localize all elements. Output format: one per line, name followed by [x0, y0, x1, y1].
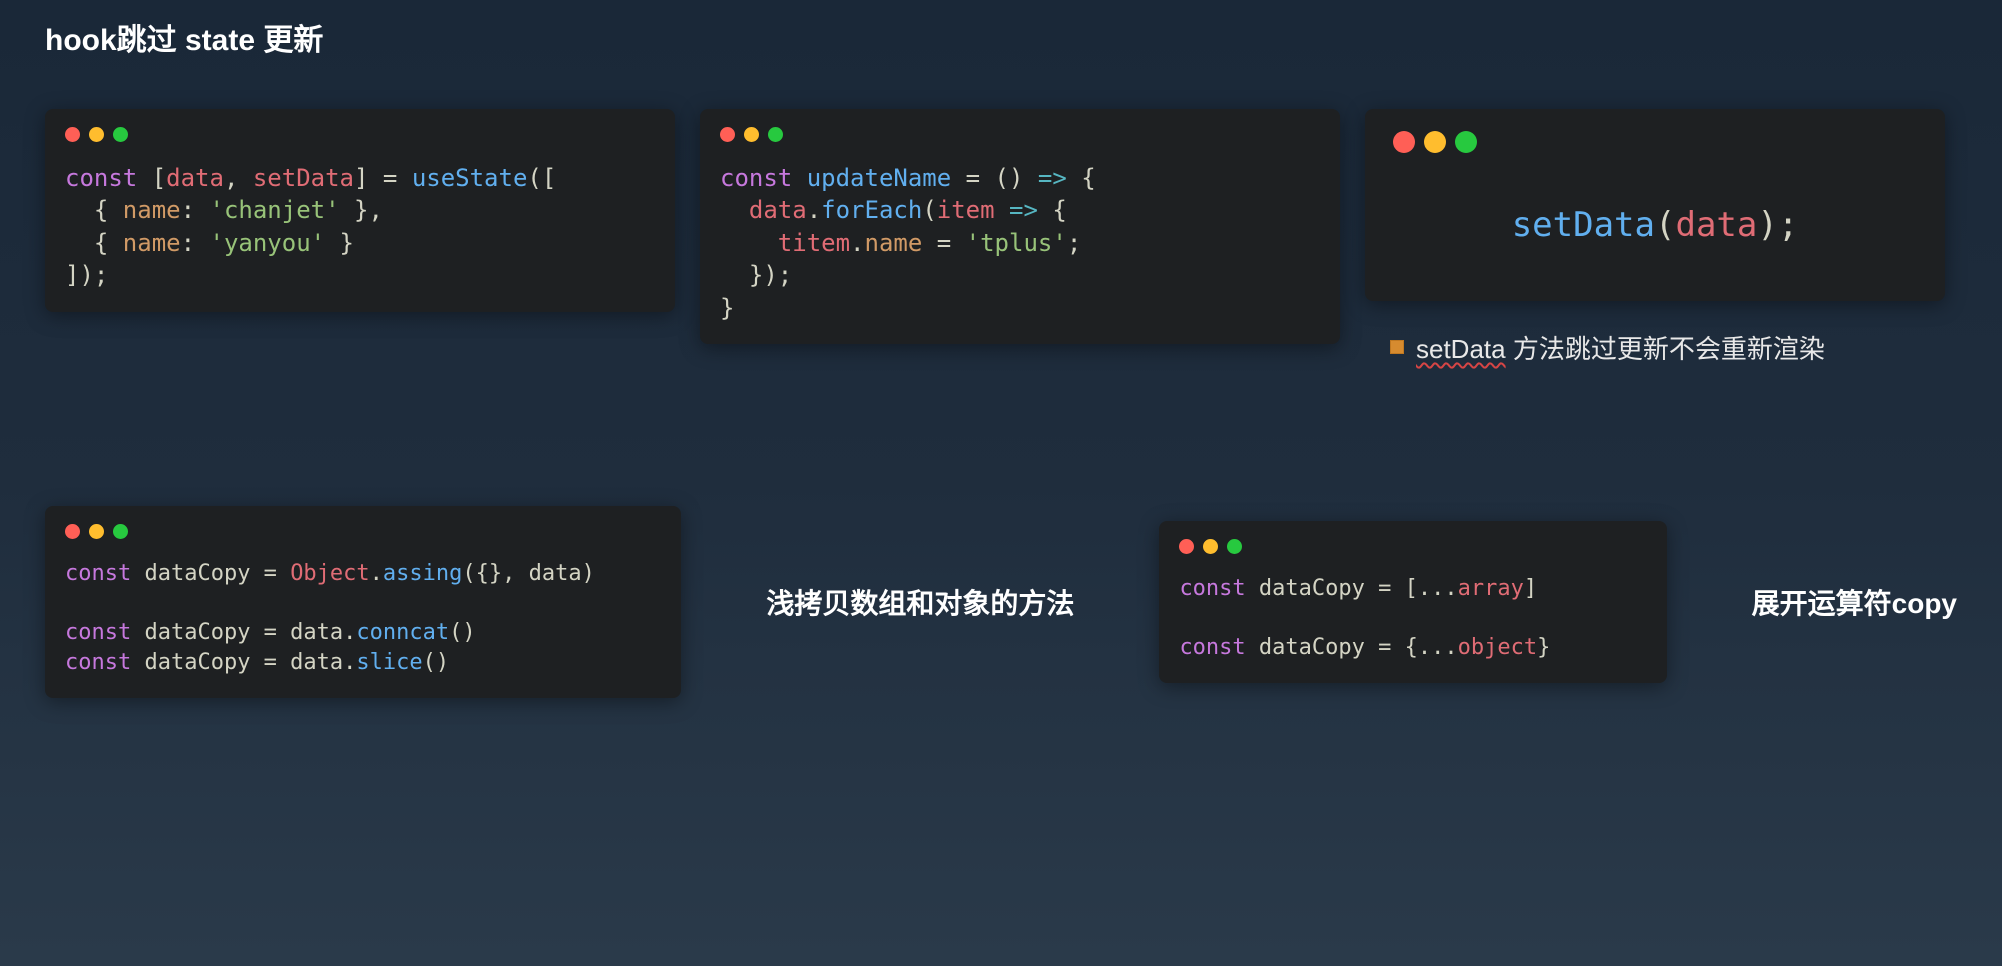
code-block-setdata: setData(data); [1365, 109, 1945, 301]
code-content: const [data, setData] = useState([ { nam… [65, 162, 655, 292]
code-block-updatename: const updateName = () => { data.forEach(… [700, 109, 1340, 344]
maximize-icon [1227, 539, 1242, 554]
row-1: const [data, setData] = useState([ { nam… [45, 109, 1957, 366]
code-content: const dataCopy = [...array] const dataCo… [1179, 574, 1646, 663]
code-content: const updateName = () => { data.forEach(… [720, 162, 1320, 324]
minimize-icon [1203, 539, 1218, 554]
close-icon [65, 524, 80, 539]
window-controls [1393, 131, 1917, 153]
minimize-icon [1424, 131, 1446, 153]
code-block-usestate: const [data, setData] = useState([ { nam… [45, 109, 675, 312]
maximize-icon [1455, 131, 1477, 153]
label-shallow-copy: 浅拷贝数组和对象的方法 [766, 582, 1074, 622]
window-controls [65, 127, 655, 142]
code-block-shallow-copy: const dataCopy = Object.assing({}, data)… [45, 506, 681, 698]
close-icon [65, 127, 80, 142]
window-controls [720, 127, 1320, 142]
maximize-icon [768, 127, 783, 142]
page-title: hook跳过 state 更新 [45, 15, 1957, 59]
label-spread: 展开运算符copy [1752, 582, 1957, 622]
maximize-icon [113, 127, 128, 142]
minimize-icon [89, 524, 104, 539]
close-icon [1393, 131, 1415, 153]
code-content: setData(data); [1393, 183, 1917, 279]
note-text: setData 方法跳过更新不会重新渲染 [1416, 329, 1825, 366]
window-controls [65, 524, 661, 539]
bullet-icon [1390, 340, 1404, 354]
minimize-icon [89, 127, 104, 142]
window-controls [1179, 539, 1646, 554]
note-setdata-skip: setData 方法跳过更新不会重新渲染 [1390, 329, 1945, 366]
close-icon [720, 127, 735, 142]
close-icon [1179, 539, 1194, 554]
code-block-spread: const dataCopy = [...array] const dataCo… [1159, 521, 1666, 683]
minimize-icon [744, 127, 759, 142]
column-3: setData(data); setData 方法跳过更新不会重新渲染 [1365, 109, 1945, 366]
row-2: const dataCopy = Object.assing({}, data)… [45, 506, 1957, 698]
maximize-icon [113, 524, 128, 539]
code-content: const dataCopy = Object.assing({}, data)… [65, 559, 661, 678]
